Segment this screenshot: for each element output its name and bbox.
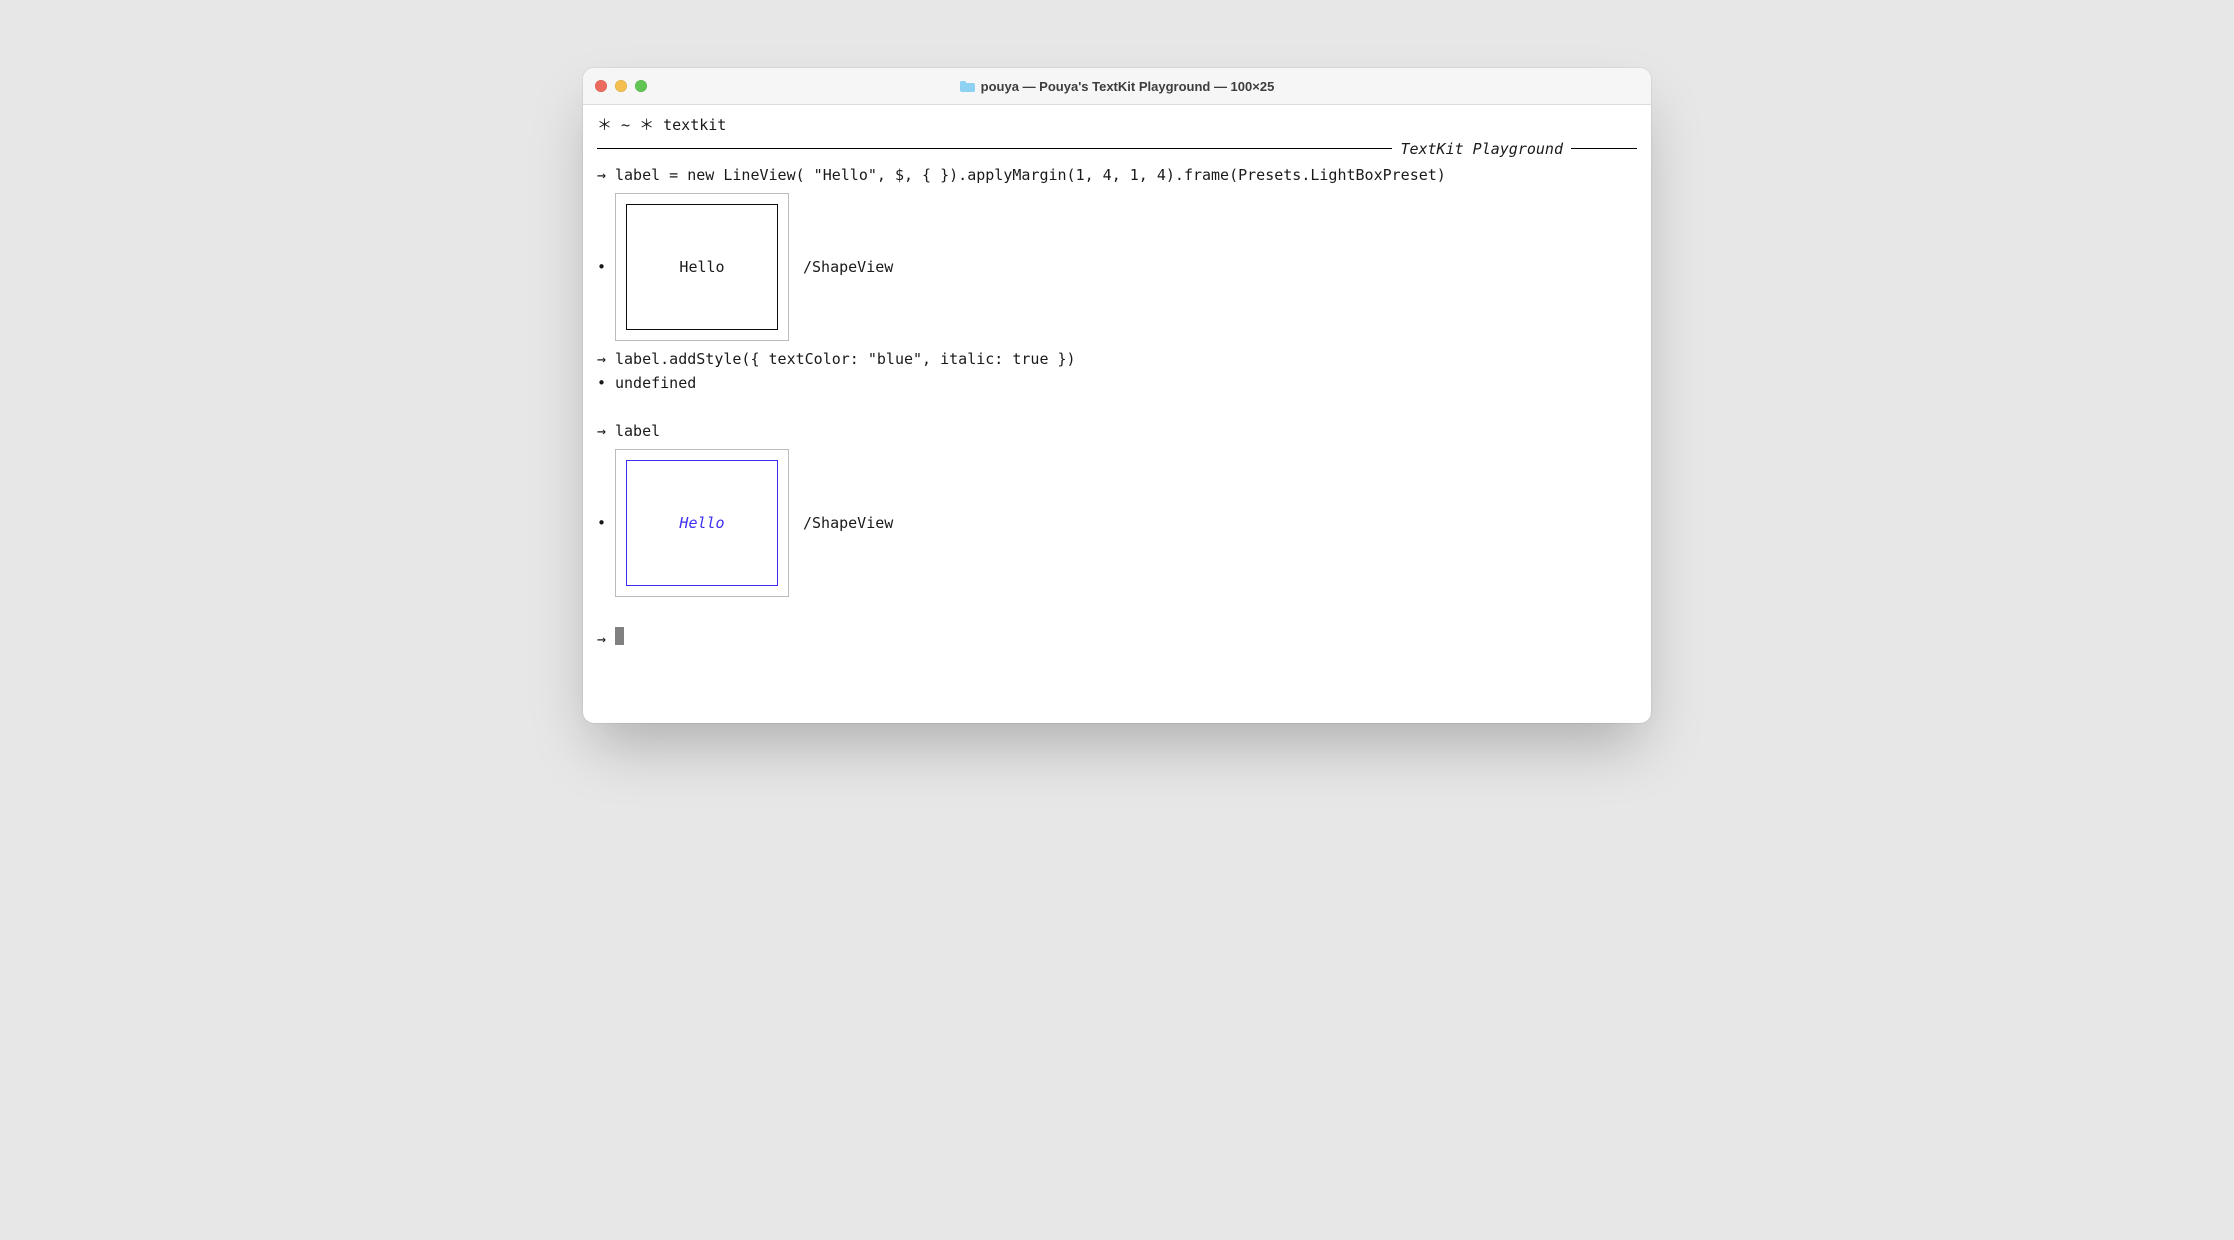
window-title: pouya — Pouya's TextKit Playground — 100… [583, 79, 1651, 94]
repl-input-3: → label [597, 419, 1637, 443]
prompt-arrow-icon: → [597, 419, 615, 443]
cursor-icon [615, 627, 624, 645]
shapeview-outer-box: Hello [615, 193, 789, 341]
output-value: undefined [615, 371, 696, 395]
output-bullet-icon: • [597, 511, 615, 535]
shapeview-inner-box-blue: Hello [626, 460, 778, 586]
window-title-text: pouya — Pouya's TextKit Playground — 100… [981, 79, 1275, 94]
output-type-tag: /ShapeView [803, 511, 893, 535]
shapeview-inner-box: Hello [626, 204, 778, 330]
terminal-window: pouya — Pouya's TextKit Playground — 100… [583, 68, 1651, 723]
repl-command-1: label = new LineView( "Hello", $, { }).a… [615, 163, 1446, 187]
rule-line-right [1571, 148, 1637, 149]
prompt-arrow-icon: → [597, 347, 615, 371]
shapeview-text-styled: Hello [679, 511, 724, 535]
shapeview-text: Hello [679, 255, 724, 279]
banner-label: TextKit Playground [1392, 137, 1571, 161]
repl-input-2: → label.addStyle({ textColor: "blue", it… [597, 347, 1637, 371]
repl-output-2: • undefined [597, 371, 1637, 395]
minimize-icon[interactable] [615, 80, 627, 92]
close-icon[interactable] [595, 80, 607, 92]
prompt-arrow-icon: → [597, 163, 615, 187]
rule-line-left [597, 148, 1392, 149]
traffic-lights [595, 80, 647, 92]
zoom-icon[interactable] [635, 80, 647, 92]
shell-prompt: ＊ ~ ＊ textkit [597, 113, 726, 137]
prompt-arrow-icon: → [597, 627, 615, 651]
repl-command-2: label.addStyle({ textColor: "blue", ital… [615, 347, 1076, 371]
output-bullet-icon: • [597, 255, 615, 279]
titlebar[interactable]: pouya — Pouya's TextKit Playground — 100… [583, 68, 1651, 105]
repl-input-current[interactable]: → [597, 627, 1637, 651]
repl-input-1: → label = new LineView( "Hello", $, { })… [597, 163, 1637, 187]
repl-output-3: • Hello /ShapeView [597, 449, 1637, 597]
terminal-body[interactable]: ＊ ~ ＊ textkit TextKit Playground → label… [583, 105, 1651, 723]
output-type-tag: /ShapeView [803, 255, 893, 279]
shell-prompt-line: ＊ ~ ＊ textkit [597, 113, 1637, 137]
repl-output-1: • Hello /ShapeView [597, 193, 1637, 341]
output-bullet-icon: • [597, 371, 615, 395]
folder-icon [960, 81, 975, 92]
shapeview-outer-box: Hello [615, 449, 789, 597]
banner-rule: TextKit Playground [597, 137, 1637, 161]
repl-command-3: label [615, 419, 660, 443]
